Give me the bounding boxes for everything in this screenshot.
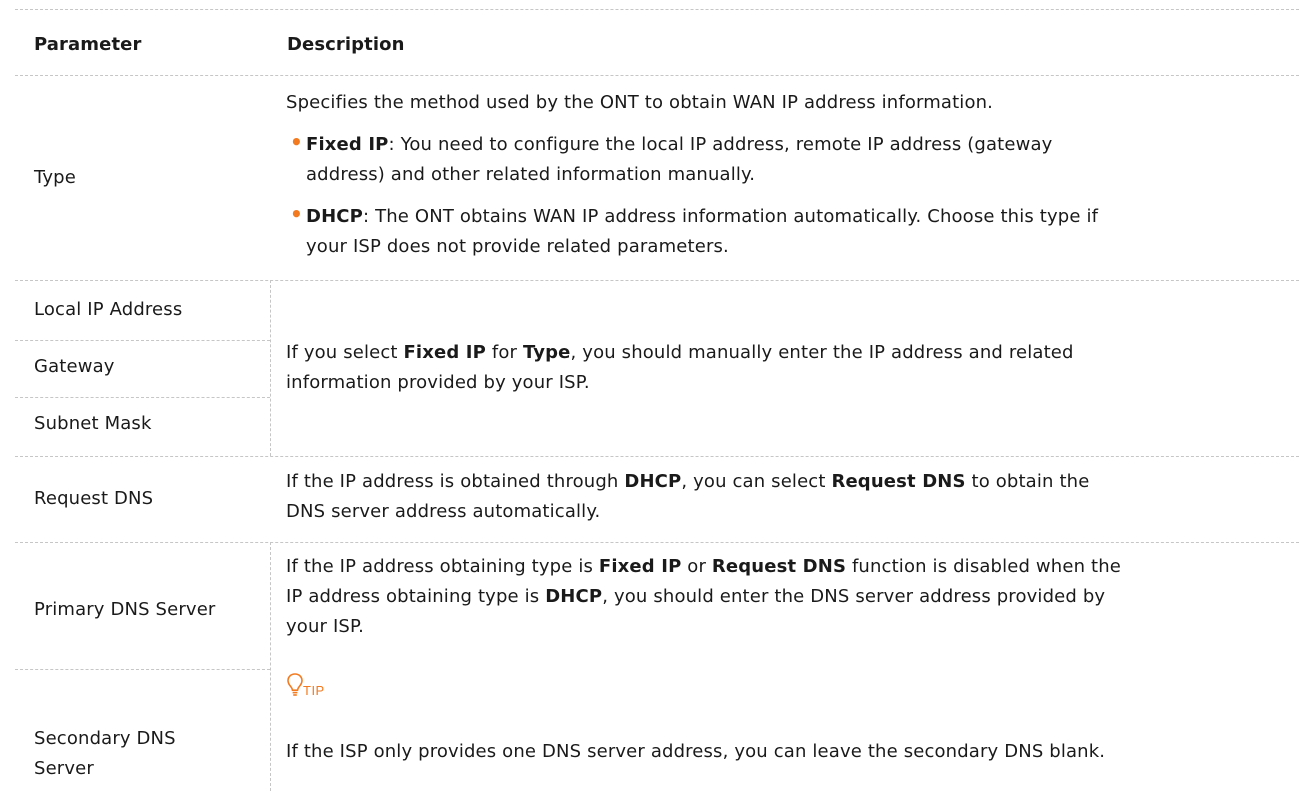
parameter-table: Parameter Description Type Specifies the… — [0, 0, 1308, 791]
param-type: Type — [34, 167, 76, 188]
param-subnet-mask: Subnet Mask — [34, 413, 152, 434]
term-dhcp: DHCP — [306, 206, 364, 227]
fixed-ip-description: If you select Fixed IP for Type, you sho… — [286, 342, 1074, 393]
row-divider — [15, 397, 270, 398]
param-gateway: Gateway — [34, 356, 115, 377]
header-description: Description — [287, 34, 405, 55]
header-rule — [15, 75, 1299, 76]
table-top-border — [15, 9, 1299, 10]
row-divider — [15, 542, 1299, 543]
row-divider — [15, 669, 270, 670]
header-parameter: Parameter — [34, 34, 142, 55]
param-local-ip: Local IP Address — [34, 299, 183, 320]
lightbulb-icon — [287, 673, 303, 696]
param-secondary-dns: Secondary DNS Server — [34, 728, 176, 779]
tip-label: TIP — [303, 683, 325, 698]
row-divider — [15, 340, 270, 341]
term-fixed-ip: Fixed IP — [306, 134, 389, 155]
type-intro: Specifies the method used by the ONT to … — [286, 92, 994, 113]
param-request-dns: Request DNS — [34, 488, 154, 509]
column-divider — [270, 542, 271, 791]
list-item: • Fixed IP: You need to configure the lo… — [290, 130, 1053, 185]
tip-callout: TIP — [286, 672, 406, 702]
row-divider — [15, 280, 1299, 281]
param-primary-dns: Primary DNS Server — [34, 599, 216, 620]
column-divider — [270, 280, 271, 456]
bullet-icon: • — [290, 202, 303, 226]
list-item: • DHCP: The ONT obtains WAN IP address i… — [290, 202, 1099, 257]
request-dns-description: If the IP address is obtained through DH… — [286, 471, 1090, 522]
row-divider — [15, 456, 1299, 457]
dns-description: If the IP address obtaining type is Fixe… — [286, 556, 1122, 637]
bullet-icon: • — [290, 130, 303, 154]
type-description: Specifies the method used by the ONT to … — [286, 88, 1304, 262]
tip-text: If the ISP only provides one DNS server … — [286, 741, 1106, 762]
